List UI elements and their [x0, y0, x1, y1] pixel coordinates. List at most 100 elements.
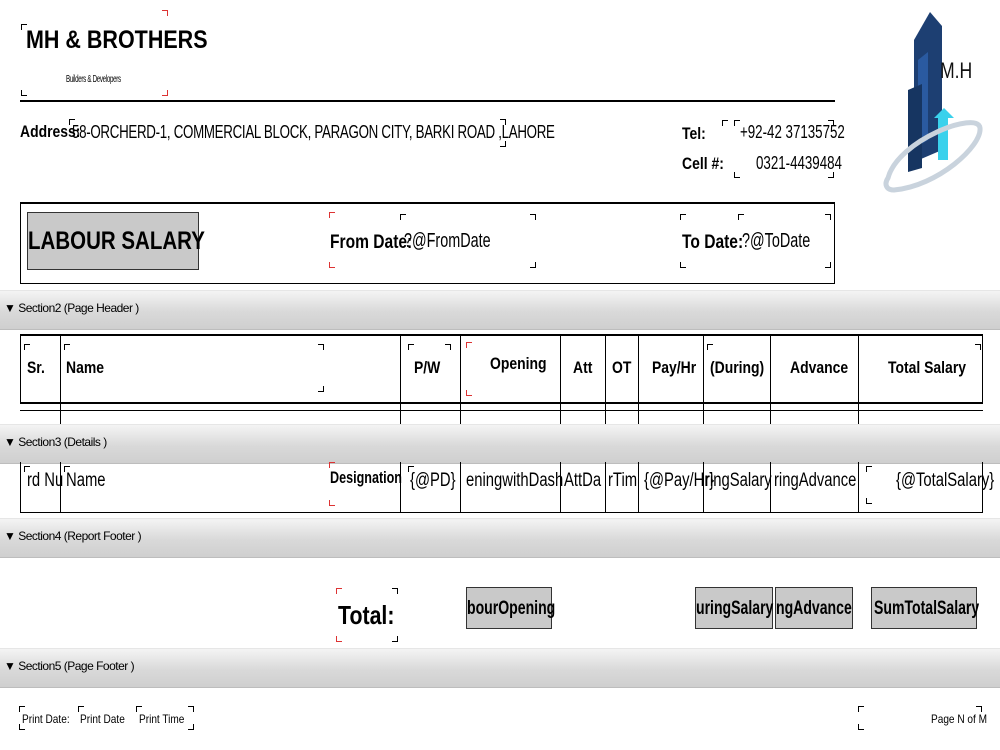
field-corner — [408, 466, 414, 472]
total-salary-field[interactable]: SumTotalSalary — [874, 598, 979, 620]
section-band-page-footer[interactable]: ▼ Section5 (Page Footer ) — [0, 648, 1000, 688]
print-date-label[interactable]: Print Date: — [22, 712, 70, 726]
field-corner — [64, 466, 70, 472]
report-title-box[interactable]: LABOUR SALARY — [27, 212, 205, 270]
section-label: ▼ Section3 (Details ) — [4, 435, 107, 449]
total-label[interactable]: Total: — [338, 600, 394, 631]
detail-advance-field[interactable]: ringAdvance — [774, 470, 856, 492]
col-header-total-salary[interactable]: Total Salary — [888, 358, 966, 378]
col-header-pay-hr[interactable]: Pay/Hr — [652, 358, 696, 378]
total-opening-field[interactable]: bourOpening — [467, 598, 555, 620]
field-corner — [336, 636, 342, 642]
section-band-details[interactable]: ▼ Section3 (Details ) — [0, 424, 1000, 464]
field-corner — [336, 588, 342, 594]
field-corner — [738, 214, 744, 220]
field-corner — [500, 141, 506, 147]
section-band-page-header[interactable]: ▼ Section2 (Page Header ) — [0, 290, 1000, 330]
field-corner — [19, 724, 25, 730]
col-header-pw[interactable]: P/W — [414, 358, 440, 378]
total-salary-box[interactable]: SumTotalSalary — [871, 587, 979, 629]
company-name[interactable]: MH & BROTHERS — [26, 26, 208, 55]
field-corner — [825, 214, 831, 220]
field-corner — [828, 120, 834, 126]
field-corner — [19, 706, 25, 712]
field-corner — [530, 262, 536, 268]
detail-ot-field[interactable]: rTim — [608, 470, 637, 492]
print-time-field[interactable]: Print Time — [139, 712, 184, 726]
from-date-value[interactable]: ?@FromDate — [404, 230, 491, 253]
total-during-box[interactable]: uringSalary — [695, 587, 773, 629]
total-advance-box[interactable]: ngAdvance — [775, 587, 853, 629]
company-tagline[interactable]: Builders & Developers — [66, 74, 121, 85]
from-date-label[interactable]: From Date: — [330, 232, 412, 254]
field-corner — [188, 724, 194, 730]
field-corner — [500, 119, 506, 125]
logo-text: M.H — [940, 58, 973, 83]
header-rule — [20, 100, 835, 102]
field-corner — [318, 386, 324, 392]
detail-during-field[interactable]: ringSalary — [705, 470, 772, 492]
field-corner — [858, 706, 864, 712]
col-header-att[interactable]: Att — [573, 358, 592, 378]
report-title[interactable]: LABOUR SALARY — [28, 227, 205, 256]
detail-designation-field[interactable]: Designation — [330, 468, 402, 488]
field-corner — [466, 390, 472, 396]
field-corner — [400, 214, 406, 220]
column-divider — [460, 336, 461, 424]
column-divider — [638, 462, 639, 512]
field-corner — [466, 342, 472, 348]
column-divider — [60, 336, 61, 424]
cell-label[interactable]: Cell #: — [682, 154, 724, 174]
detail-total-field[interactable]: {@TotalSalary} — [896, 470, 994, 492]
company-logo: M.H — [878, 0, 988, 215]
total-advance-field[interactable]: ngAdvance — [776, 598, 852, 620]
print-date-field[interactable]: Print Date — [80, 712, 125, 726]
detail-name-field[interactable]: Name — [66, 470, 106, 492]
field-corner — [69, 119, 75, 125]
field-corner — [21, 24, 27, 30]
section-label: ▼ Section4 (Report Footer ) — [4, 529, 142, 543]
section-band-report-footer[interactable]: ▼ Section4 (Report Footer ) — [0, 518, 1000, 558]
address-value[interactable]: 58-ORCHERD-1, COMMERCIAL BLOCK, PARAGON … — [72, 122, 555, 143]
col-header-name[interactable]: Name — [66, 358, 104, 378]
detail-opening-field[interactable]: eningwithDash — [466, 470, 563, 492]
detail-sr-field[interactable]: rd Nu — [27, 470, 63, 492]
field-corner — [530, 214, 536, 220]
field-corner — [707, 344, 713, 350]
field-corner — [408, 344, 414, 350]
to-date-value[interactable]: ?@ToDate — [742, 230, 810, 253]
detail-att-field[interactable]: AttDa — [564, 470, 601, 492]
field-corner — [866, 466, 872, 472]
page-n-of-m-field[interactable]: Page N of M — [931, 712, 987, 726]
field-corner — [136, 706, 142, 712]
cell-value[interactable]: 0321-4439484 — [756, 153, 842, 174]
field-corner — [392, 636, 398, 642]
field-corner — [734, 172, 740, 178]
col-header-opening[interactable]: Opening — [490, 354, 547, 374]
section-label: ▼ Section5 (Page Footer ) — [4, 659, 135, 673]
tel-label[interactable]: Tel: — [682, 124, 706, 144]
field-corner — [188, 706, 194, 712]
col-header-ot[interactable]: OT — [612, 358, 631, 378]
column-divider — [770, 336, 771, 424]
detail-pw-field[interactable]: {@PD} — [410, 470, 456, 492]
field-corner — [329, 212, 335, 218]
col-header-sr[interactable]: Sr. — [27, 358, 45, 378]
to-date-label[interactable]: To Date: — [682, 232, 743, 254]
column-divider — [858, 462, 859, 512]
total-opening-box[interactable]: bourOpening — [466, 587, 555, 629]
col-header-advance[interactable]: Advance — [790, 358, 848, 378]
col-header-during[interactable]: (During) — [710, 358, 764, 378]
column-divider — [858, 336, 859, 424]
field-corner — [64, 344, 70, 350]
column-divider — [560, 336, 561, 424]
detail-pay-hr-field[interactable]: {@Pay/Hr} — [644, 470, 714, 492]
field-corner — [680, 214, 686, 220]
field-corner — [78, 706, 84, 712]
section-label: ▼ Section2 (Page Header ) — [4, 301, 139, 315]
field-corner — [329, 262, 335, 268]
total-during-field[interactable]: uringSalary — [696, 598, 773, 620]
field-corner — [722, 120, 728, 126]
field-corner — [866, 498, 872, 504]
field-corner — [976, 706, 982, 712]
